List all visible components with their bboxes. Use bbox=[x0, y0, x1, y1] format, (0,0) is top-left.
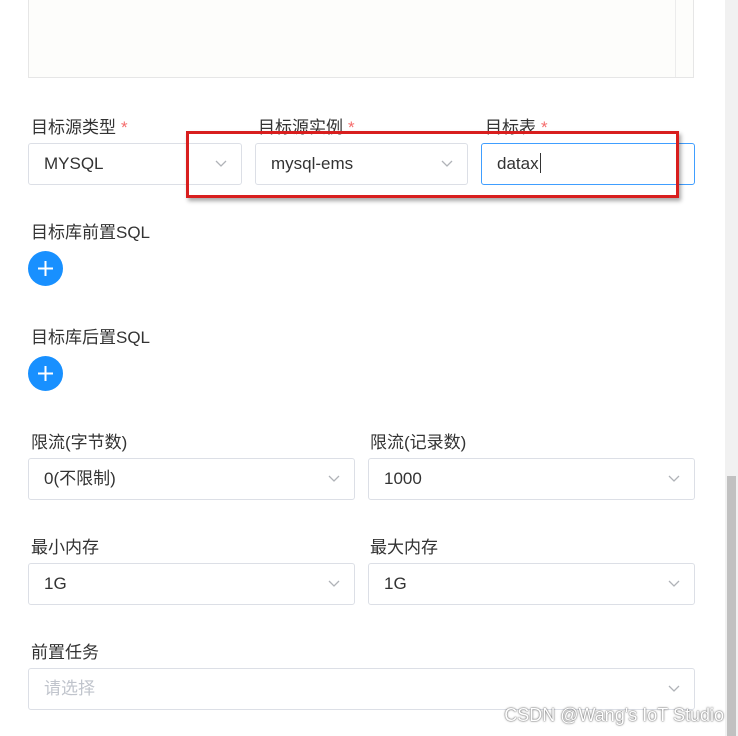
select-value: 0(不限制) bbox=[44, 469, 116, 488]
annotation-highlight-box bbox=[186, 131, 679, 198]
target-source-type-label: 目标源类型 * bbox=[31, 118, 128, 137]
add-pre-sql-button[interactable] bbox=[28, 251, 63, 286]
min-memory-select[interactable]: 1G bbox=[28, 563, 355, 605]
select-placeholder: 请选择 bbox=[44, 679, 95, 698]
min-memory-label: 最小内存 bbox=[31, 538, 99, 557]
chevron-down-icon bbox=[328, 580, 340, 587]
limit-records-select[interactable]: 1000 bbox=[368, 458, 695, 500]
limit-bytes-label: 限流(字节数) bbox=[31, 433, 128, 452]
add-post-sql-button[interactable] bbox=[28, 356, 63, 391]
pre-task-label: 前置任务 bbox=[31, 643, 99, 662]
pre-sql-label: 目标库前置SQL bbox=[31, 223, 151, 242]
pre-task-select[interactable]: 请选择 bbox=[28, 668, 695, 710]
limit-bytes-select[interactable]: 0(不限制) bbox=[28, 458, 355, 500]
watermark-text: CSDN @Wang's IoT Studio bbox=[504, 705, 724, 725]
plus-icon bbox=[38, 261, 53, 276]
page-scrollbar-thumb[interactable] bbox=[727, 476, 736, 736]
chevron-down-icon bbox=[328, 475, 340, 482]
limit-records-label: 限流(记录数) bbox=[370, 433, 467, 452]
chevron-down-icon bbox=[668, 475, 680, 482]
max-memory-label: 最大内存 bbox=[370, 538, 438, 557]
select-value: MYSQL bbox=[44, 154, 104, 173]
plus-icon bbox=[38, 366, 53, 381]
required-mark: * bbox=[121, 118, 128, 137]
select-value: 1G bbox=[384, 574, 407, 593]
sql-textarea[interactable] bbox=[28, 0, 694, 78]
select-value: 1G bbox=[44, 574, 67, 593]
textarea-scrollbar[interactable] bbox=[675, 0, 693, 77]
select-value: 1000 bbox=[384, 469, 422, 488]
chevron-down-icon bbox=[668, 580, 680, 587]
chevron-down-icon bbox=[668, 685, 680, 692]
max-memory-select[interactable]: 1G bbox=[368, 563, 695, 605]
post-sql-label: 目标库后置SQL bbox=[31, 328, 151, 347]
